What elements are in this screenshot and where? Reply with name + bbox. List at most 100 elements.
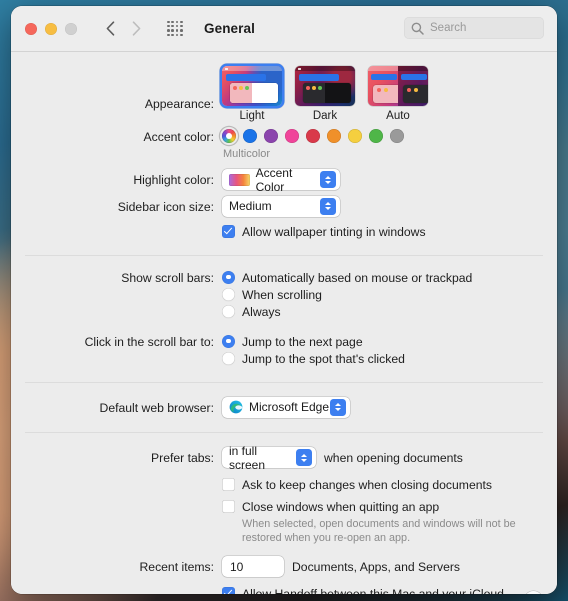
prefer-tabs-select[interactable]: in full screen	[222, 444, 316, 472]
auto-theme-label: Auto	[386, 110, 410, 122]
default-browser-select[interactable]: Microsoft Edge	[222, 396, 350, 418]
minimize-button[interactable]	[45, 22, 57, 35]
recent-items-value: 10	[230, 559, 244, 574]
accent-swatch-blue[interactable]	[243, 129, 257, 143]
chevron-updown-icon	[320, 171, 336, 188]
click-scroll-radio-spot-clicked[interactable]: Jump to the spot that's clicked	[222, 351, 543, 367]
wallpaper-tinting-label: Allow wallpaper tinting in windows	[242, 224, 426, 239]
microsoft-edge-icon	[229, 400, 243, 414]
highlight-color-preview	[229, 173, 250, 186]
accent-swatch-green[interactable]	[369, 129, 383, 143]
prefer-tabs-label: Prefer tabs:	[151, 451, 214, 465]
appearance-label: Appearance:	[144, 97, 214, 111]
zoom-button[interactable]	[65, 22, 77, 35]
accent-swatch-purple[interactable]	[264, 129, 278, 143]
checkbox-icon[interactable]	[222, 500, 235, 513]
scrollbar-option-label: Automatically based on mouse or trackpad	[242, 270, 473, 285]
ask-keep-changes-label: Ask to keep changes when closing documen…	[242, 478, 492, 492]
show-scroll-bars-label: Show scroll bars:	[121, 270, 214, 285]
divider	[25, 432, 543, 433]
sidebar-icon-size-value: Medium	[229, 199, 272, 213]
default-browser-value: Microsoft Edge	[249, 400, 330, 414]
prefer-tabs-suffix: when opening documents	[324, 450, 463, 465]
radio-icon[interactable]	[222, 287, 235, 301]
accent-swatch-pink[interactable]	[285, 129, 299, 143]
search-icon	[411, 22, 424, 35]
wallpaper-tinting-checkbox[interactable]: Allow wallpaper tinting in windows	[222, 224, 543, 240]
appearance-option-auto[interactable]: Auto	[368, 66, 428, 122]
prefer-tabs-row: Prefer tabs: in full screen when opening…	[11, 444, 557, 472]
click-scroll-option-label: Jump to the spot that's clicked	[242, 351, 405, 366]
close-windows-hint: When selected, open documents and window…	[242, 518, 516, 544]
recent-items-stepper[interactable]: 10	[222, 556, 284, 577]
highlight-color-select[interactable]: Accent Color	[222, 166, 340, 194]
checkbox-icon[interactable]	[222, 587, 235, 594]
window-titlebar: General Search	[11, 6, 557, 52]
accent-color-caption: Multicolor	[223, 148, 271, 160]
appearance-options: Light Dark Auto	[222, 66, 543, 122]
search-placeholder: Search	[430, 22, 467, 34]
close-windows-row: Close windows when quitting an app When …	[11, 499, 557, 545]
accent-swatch-yellow[interactable]	[348, 129, 362, 143]
click-scroll-option-label: Jump to the next page	[242, 334, 363, 349]
sidebar-icon-size-row: Sidebar icon size: Medium	[11, 195, 557, 217]
default-browser-label: Default web browser:	[99, 400, 214, 415]
handoff-label: Allow Handoff between this Mac and your …	[242, 587, 504, 594]
forward-chevron-icon[interactable]	[125, 17, 147, 41]
back-chevron-icon[interactable]	[99, 17, 121, 41]
appearance-option-dark[interactable]: Dark	[295, 66, 355, 122]
sidebar-icon-size-label: Sidebar icon size:	[117, 199, 214, 214]
auto-theme-thumbnail[interactable]	[368, 66, 428, 106]
divider	[25, 381, 543, 383]
accent-swatch-orange[interactable]	[327, 129, 341, 143]
sidebar-icon-size-select[interactable]: Medium	[222, 195, 340, 217]
accent-color-swatches	[222, 129, 543, 143]
handoff-checkbox[interactable]: Allow Handoff between this Mac and your …	[222, 586, 543, 594]
dark-theme-thumbnail[interactable]	[295, 66, 355, 106]
chevron-updown-icon	[320, 197, 336, 215]
click-scroll-radio-next-page[interactable]: Jump to the next page	[222, 334, 543, 350]
highlight-color-row: Highlight color: Accent Color	[11, 166, 557, 194]
accent-color-label: Accent color:	[143, 130, 214, 144]
appearance-option-light[interactable]: Light	[222, 66, 282, 122]
close-windows-checkbox[interactable]: Close windows when quitting an app	[222, 499, 543, 515]
radio-icon[interactable]	[222, 334, 235, 348]
checkbox-icon[interactable]	[222, 224, 235, 238]
chevron-updown-icon	[296, 449, 312, 466]
search-input[interactable]: Search	[404, 17, 544, 39]
accent-color-row: Accent color: Multicolor	[11, 129, 557, 160]
checkbox-icon[interactable]	[222, 478, 235, 491]
traffic-lights	[25, 22, 77, 35]
scrollbar-option-label: Always	[242, 304, 281, 319]
show-scroll-bars-row: Show scroll bars: Automatically based on…	[11, 270, 557, 321]
wallpaper-tinting-row: Allow wallpaper tinting in windows	[11, 224, 557, 241]
radio-icon[interactable]	[222, 270, 235, 284]
scrollbar-radio-always[interactable]: Always	[222, 304, 543, 320]
close-button[interactable]	[25, 22, 37, 35]
click-scroll-bar-row: Click in the scroll bar to: Jump to the …	[11, 334, 557, 368]
system-preferences-window: General Search Appearance: Light Dark Au…	[11, 6, 557, 594]
ask-keep-changes-checkbox[interactable]: Ask to keep changes when closing documen…	[222, 477, 543, 493]
radio-icon[interactable]	[222, 304, 235, 318]
chevron-updown-icon[interactable]	[275, 563, 281, 570]
accent-swatch-red[interactable]	[306, 129, 320, 143]
scrollbar-radio-automatic[interactable]: Automatically based on mouse or trackpad	[222, 270, 543, 286]
prefer-tabs-value: in full screen	[229, 443, 266, 472]
highlight-color-value: Accent Color	[255, 165, 293, 194]
accent-swatch-multicolor[interactable]	[222, 129, 236, 143]
dark-theme-label: Dark	[312, 110, 338, 122]
radio-icon[interactable]	[222, 351, 235, 365]
close-windows-label: Close windows when quitting an app	[242, 500, 440, 514]
ask-keep-changes-row: Ask to keep changes when closing documen…	[11, 477, 557, 494]
scrollbar-radio-when-scrolling[interactable]: When scrolling	[222, 287, 543, 303]
default-browser-row: Default web browser: Microsoft Edge	[11, 396, 557, 420]
page-title: General	[204, 21, 255, 36]
show-all-grid-icon[interactable]	[165, 19, 185, 39]
recent-items-row: Recent items: 10 Documents, Apps, and Se…	[11, 556, 557, 577]
light-theme-label: Light	[239, 110, 265, 122]
recent-items-suffix: Documents, Apps, and Servers	[292, 559, 460, 574]
light-theme-thumbnail[interactable]	[222, 66, 282, 106]
accent-swatch-graphite[interactable]	[390, 129, 404, 143]
handoff-row: Allow Handoff between this Mac and your …	[11, 586, 557, 594]
click-scroll-bar-label: Click in the scroll bar to:	[84, 334, 214, 349]
